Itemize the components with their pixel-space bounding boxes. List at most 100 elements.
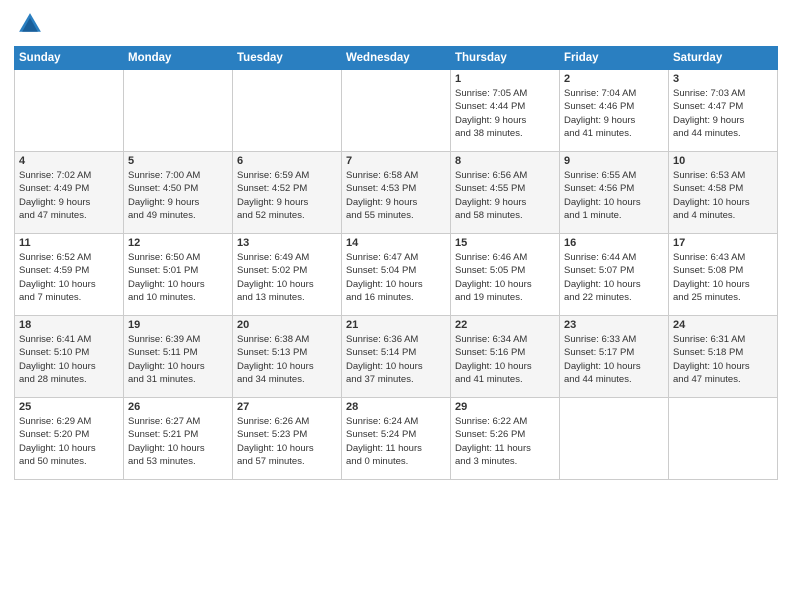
day-info: Sunrise: 6:22 AM Sunset: 5:26 PM Dayligh… bbox=[455, 415, 555, 468]
day-number: 17 bbox=[673, 237, 773, 249]
calendar-day-cell: 26 Sunrise: 6:27 AM Sunset: 5:21 PM Dayli… bbox=[124, 398, 233, 480]
day-number: 8 bbox=[455, 155, 555, 167]
day-info: Sunrise: 6:26 AM Sunset: 5:23 PM Dayligh… bbox=[237, 415, 337, 468]
day-info: Sunrise: 6:33 AM Sunset: 5:17 PM Dayligh… bbox=[564, 333, 664, 386]
day-info: Sunrise: 6:58 AM Sunset: 4:53 PM Dayligh… bbox=[346, 169, 446, 222]
day-info: Sunrise: 7:02 AM Sunset: 4:49 PM Dayligh… bbox=[19, 169, 119, 222]
day-number: 7 bbox=[346, 155, 446, 167]
header bbox=[14, 10, 778, 38]
day-info: Sunrise: 6:44 AM Sunset: 5:07 PM Dayligh… bbox=[564, 251, 664, 304]
day-number: 3 bbox=[673, 73, 773, 85]
day-header-friday: Friday bbox=[560, 47, 669, 70]
day-number: 2 bbox=[564, 73, 664, 85]
day-number: 11 bbox=[19, 237, 119, 249]
calendar-day-cell bbox=[233, 70, 342, 152]
calendar-day-cell: 18Sunrise: 6:41 AM Sunset: 5:10 PM Dayli… bbox=[15, 316, 124, 398]
calendar-day-cell: 15 Sunrise: 6:46 AM Sunset: 5:05 PM Dayli… bbox=[451, 234, 560, 316]
calendar-day-cell: 28 Sunrise: 6:24 AM Sunset: 5:24 PM Dayli… bbox=[342, 398, 451, 480]
day-info: Sunrise: 6:53 AM Sunset: 4:58 PM Dayligh… bbox=[673, 169, 773, 222]
day-info: Sunrise: 6:43 AM Sunset: 5:08 PM Dayligh… bbox=[673, 251, 773, 304]
calendar-day-cell: 2Sunrise: 7:04 AM Sunset: 4:46 PM Daylig… bbox=[560, 70, 669, 152]
day-info: Sunrise: 7:05 AM Sunset: 4:44 PM Dayligh… bbox=[455, 87, 555, 140]
calendar-header-row: SundayMondayTuesdayWednesdayThursdayFrid… bbox=[15, 47, 778, 70]
calendar-day-cell bbox=[560, 398, 669, 480]
calendar-day-cell bbox=[669, 398, 778, 480]
day-info: Sunrise: 6:31 AM Sunset: 5:18 PM Dayligh… bbox=[673, 333, 773, 386]
calendar-week-row: 4 Sunrise: 7:02 AM Sunset: 4:49 PM Daylig… bbox=[15, 152, 778, 234]
day-number: 23 bbox=[564, 319, 664, 331]
day-info: Sunrise: 6:38 AM Sunset: 5:13 PM Dayligh… bbox=[237, 333, 337, 386]
calendar-day-cell: 8 Sunrise: 6:56 AM Sunset: 4:55 PM Daylig… bbox=[451, 152, 560, 234]
calendar-day-cell bbox=[124, 70, 233, 152]
calendar-day-cell: 17 Sunrise: 6:43 AM Sunset: 5:08 PM Dayli… bbox=[669, 234, 778, 316]
logo bbox=[14, 10, 44, 38]
calendar-day-cell: 25 Sunrise: 6:29 AM Sunset: 5:20 PM Dayli… bbox=[15, 398, 124, 480]
calendar-day-cell: 20 Sunrise: 6:38 AM Sunset: 5:13 PM Dayli… bbox=[233, 316, 342, 398]
calendar-day-cell: 5Sunrise: 7:00 AM Sunset: 4:50 PM Daylig… bbox=[124, 152, 233, 234]
day-number: 5 bbox=[128, 155, 228, 167]
calendar-day-cell: 19 Sunrise: 6:39 AM Sunset: 5:11 PM Dayli… bbox=[124, 316, 233, 398]
calendar-day-cell: 12 Sunrise: 6:50 AM Sunset: 5:01 PM Dayli… bbox=[124, 234, 233, 316]
day-number: 20 bbox=[237, 319, 337, 331]
calendar-day-cell: 7 Sunrise: 6:58 AM Sunset: 4:53 PM Daylig… bbox=[342, 152, 451, 234]
day-number: 15 bbox=[455, 237, 555, 249]
day-header-tuesday: Tuesday bbox=[233, 47, 342, 70]
day-info: Sunrise: 6:55 AM Sunset: 4:56 PM Dayligh… bbox=[564, 169, 664, 222]
calendar-day-cell: 13Sunrise: 6:49 AM Sunset: 5:02 PM Dayli… bbox=[233, 234, 342, 316]
calendar-day-cell: 4 Sunrise: 7:02 AM Sunset: 4:49 PM Daylig… bbox=[15, 152, 124, 234]
calendar-day-cell: 6Sunrise: 6:59 AM Sunset: 4:52 PM Daylig… bbox=[233, 152, 342, 234]
calendar-day-cell: 29 Sunrise: 6:22 AM Sunset: 5:26 PM Dayli… bbox=[451, 398, 560, 480]
day-number: 24 bbox=[673, 319, 773, 331]
day-number: 1 bbox=[455, 73, 555, 85]
day-info: Sunrise: 6:50 AM Sunset: 5:01 PM Dayligh… bbox=[128, 251, 228, 304]
day-info: Sunrise: 6:56 AM Sunset: 4:55 PM Dayligh… bbox=[455, 169, 555, 222]
day-header-thursday: Thursday bbox=[451, 47, 560, 70]
calendar-day-cell: 1 Sunrise: 7:05 AM Sunset: 4:44 PM Daylig… bbox=[451, 70, 560, 152]
day-number: 4 bbox=[19, 155, 119, 167]
calendar-day-cell: 23 Sunrise: 6:33 AM Sunset: 5:17 PM Dayli… bbox=[560, 316, 669, 398]
calendar-day-cell: 10 Sunrise: 6:53 AM Sunset: 4:58 PM Dayli… bbox=[669, 152, 778, 234]
calendar-day-cell: 21Sunrise: 6:36 AM Sunset: 5:14 PM Dayli… bbox=[342, 316, 451, 398]
logo-icon bbox=[16, 10, 44, 38]
calendar-day-cell: 9 Sunrise: 6:55 AM Sunset: 4:56 PM Daylig… bbox=[560, 152, 669, 234]
calendar-day-cell: 14 Sunrise: 6:47 AM Sunset: 5:04 PM Dayli… bbox=[342, 234, 451, 316]
calendar-day-cell: 11 Sunrise: 6:52 AM Sunset: 4:59 PM Dayli… bbox=[15, 234, 124, 316]
day-number: 12 bbox=[128, 237, 228, 249]
page-container: SundayMondayTuesdayWednesdayThursdayFrid… bbox=[0, 0, 792, 486]
day-number: 29 bbox=[455, 401, 555, 413]
calendar-day-cell: 27 Sunrise: 6:26 AM Sunset: 5:23 PM Dayli… bbox=[233, 398, 342, 480]
day-number: 26 bbox=[128, 401, 228, 413]
day-header-saturday: Saturday bbox=[669, 47, 778, 70]
day-number: 19 bbox=[128, 319, 228, 331]
day-number: 22 bbox=[455, 319, 555, 331]
calendar-week-row: 11 Sunrise: 6:52 AM Sunset: 4:59 PM Dayli… bbox=[15, 234, 778, 316]
day-header-sunday: Sunday bbox=[15, 47, 124, 70]
day-info: Sunrise: 6:52 AM Sunset: 4:59 PM Dayligh… bbox=[19, 251, 119, 304]
day-info: Sunrise: 6:46 AM Sunset: 5:05 PM Dayligh… bbox=[455, 251, 555, 304]
day-number: 25 bbox=[19, 401, 119, 413]
calendar-week-row: 18Sunrise: 6:41 AM Sunset: 5:10 PM Dayli… bbox=[15, 316, 778, 398]
day-number: 27 bbox=[237, 401, 337, 413]
day-number: 14 bbox=[346, 237, 446, 249]
day-info: Sunrise: 6:39 AM Sunset: 5:11 PM Dayligh… bbox=[128, 333, 228, 386]
day-number: 10 bbox=[673, 155, 773, 167]
day-number: 21 bbox=[346, 319, 446, 331]
day-info: Sunrise: 6:29 AM Sunset: 5:20 PM Dayligh… bbox=[19, 415, 119, 468]
calendar-table: SundayMondayTuesdayWednesdayThursdayFrid… bbox=[14, 46, 778, 480]
calendar-week-row: 1 Sunrise: 7:05 AM Sunset: 4:44 PM Daylig… bbox=[15, 70, 778, 152]
day-info: Sunrise: 6:49 AM Sunset: 5:02 PM Dayligh… bbox=[237, 251, 337, 304]
calendar-day-cell: 22Sunrise: 6:34 AM Sunset: 5:16 PM Dayli… bbox=[451, 316, 560, 398]
day-number: 28 bbox=[346, 401, 446, 413]
day-number: 16 bbox=[564, 237, 664, 249]
day-number: 6 bbox=[237, 155, 337, 167]
day-info: Sunrise: 6:27 AM Sunset: 5:21 PM Dayligh… bbox=[128, 415, 228, 468]
calendar-day-cell: 3 Sunrise: 7:03 AM Sunset: 4:47 PM Daylig… bbox=[669, 70, 778, 152]
day-info: Sunrise: 7:03 AM Sunset: 4:47 PM Dayligh… bbox=[673, 87, 773, 140]
day-number: 9 bbox=[564, 155, 664, 167]
calendar-day-cell: 24 Sunrise: 6:31 AM Sunset: 5:18 PM Dayli… bbox=[669, 316, 778, 398]
day-info: Sunrise: 6:47 AM Sunset: 5:04 PM Dayligh… bbox=[346, 251, 446, 304]
calendar-day-cell bbox=[342, 70, 451, 152]
calendar-week-row: 25 Sunrise: 6:29 AM Sunset: 5:20 PM Dayli… bbox=[15, 398, 778, 480]
day-info: Sunrise: 6:41 AM Sunset: 5:10 PM Dayligh… bbox=[19, 333, 119, 386]
day-info: Sunrise: 6:24 AM Sunset: 5:24 PM Dayligh… bbox=[346, 415, 446, 468]
